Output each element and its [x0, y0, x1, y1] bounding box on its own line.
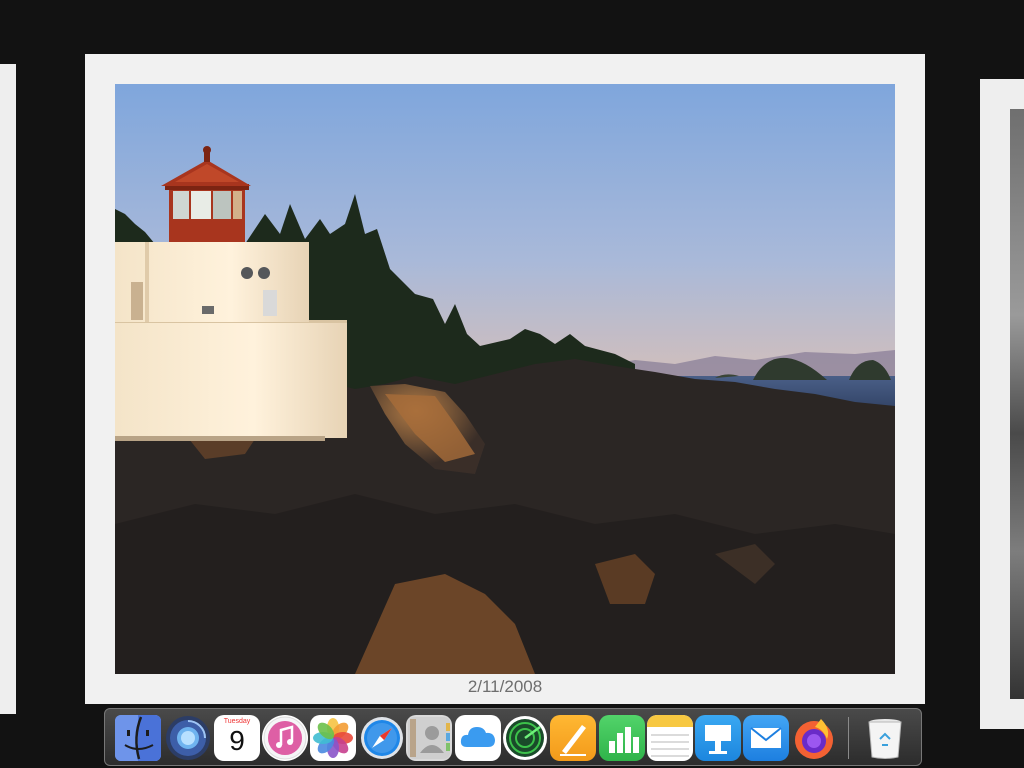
- contacts-icon[interactable]: [406, 715, 452, 761]
- calendar-day-number: 9: [229, 725, 245, 756]
- finder-icon[interactable]: [115, 715, 161, 761]
- numbers-icon[interactable]: [599, 715, 645, 761]
- calendar-day-label: Tuesday: [223, 718, 251, 725]
- safari-icon[interactable]: [359, 715, 405, 761]
- dock: Tuesday 9: [104, 708, 922, 766]
- next-photo-thumbnail: [1010, 109, 1024, 699]
- keynote-icon[interactable]: [695, 715, 741, 761]
- trash-icon[interactable]: [862, 715, 908, 761]
- mail-icon[interactable]: [743, 715, 789, 761]
- pages-icon[interactable]: [550, 715, 596, 761]
- photo-card[interactable]: 2/11/2008: [85, 54, 925, 704]
- next-photo-card[interactable]: [980, 79, 1024, 729]
- icloud-icon[interactable]: [455, 715, 501, 761]
- photos-icon[interactable]: [310, 715, 356, 761]
- radar-icon[interactable]: [502, 715, 548, 761]
- notes-icon[interactable]: [647, 715, 693, 761]
- lighthouse-photo[interactable]: [115, 84, 895, 674]
- calendar-icon[interactable]: Tuesday 9: [214, 715, 260, 761]
- music-icon[interactable]: [262, 715, 308, 761]
- firefox-icon[interactable]: [791, 715, 837, 761]
- photo-date: 2/11/2008: [467, 677, 543, 696]
- photo-viewer: 2/11/2008 Tuesday 9: [0, 0, 1024, 768]
- launchpad-icon[interactable]: [165, 715, 211, 761]
- previous-photo-card[interactable]: [0, 64, 16, 714]
- lighthouse-photo-image: [115, 84, 895, 674]
- dock-separator: [848, 717, 849, 759]
